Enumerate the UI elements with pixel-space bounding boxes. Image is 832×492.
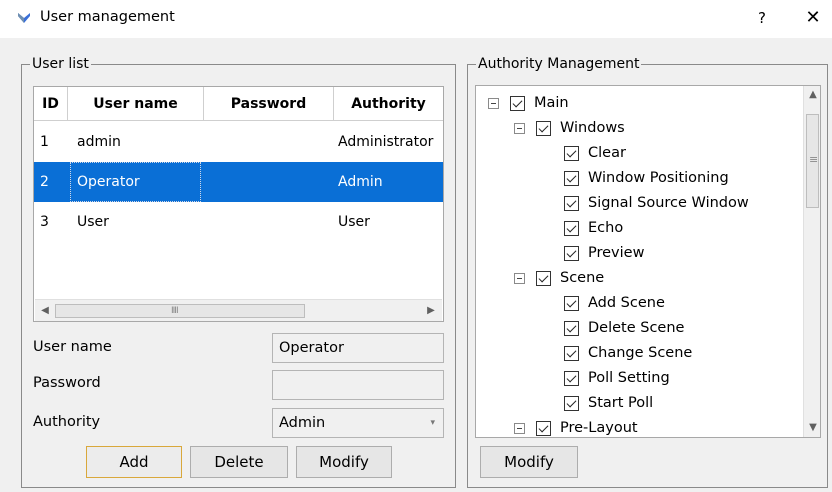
scroll-up-icon[interactable]: ▲ (804, 86, 820, 104)
checkbox-checked-icon[interactable] (564, 396, 579, 411)
tree-node-label: Pre-Layout (560, 420, 638, 436)
horizontal-scrollbar[interactable]: ◀ IIII ▶ (35, 299, 442, 321)
authority-dropdown-value: Admin (279, 415, 326, 431)
checkbox-checked-icon[interactable] (564, 371, 579, 386)
scroll-right-icon[interactable]: ▶ (423, 300, 439, 321)
chevron-down-icon: ▾ (430, 418, 435, 428)
authority-dropdown[interactable]: Admin ▾ (272, 408, 444, 438)
cell-authority: Administrator (338, 134, 434, 150)
tree-node-label: Windows (560, 120, 625, 136)
cell-user-name: admin (77, 134, 121, 150)
tree-node-label: Poll Setting (588, 370, 670, 386)
tree-node-label: Clear (588, 145, 626, 161)
tree-node-label: Echo (588, 220, 624, 236)
scroll-down-icon[interactable]: ▼ (804, 419, 820, 437)
table-row[interactable]: 3 User User (34, 202, 443, 242)
table-row-selected[interactable]: 2 Operator Admin (34, 162, 443, 202)
collapse-icon[interactable] (488, 98, 499, 109)
checkbox-checked-icon[interactable] (564, 146, 579, 161)
tree-node-label: Delete Scene (588, 320, 685, 336)
checkbox-checked-icon[interactable] (564, 221, 579, 236)
scroll-left-icon[interactable]: ◀ (37, 300, 53, 321)
collapse-icon[interactable] (514, 273, 525, 284)
tree-node-label: Add Scene (588, 295, 665, 311)
cell-id: 3 (40, 214, 49, 230)
checkbox-checked-icon[interactable] (536, 121, 551, 136)
user-table[interactable]: ID User name Password Authority 1 admin … (33, 86, 444, 322)
checkbox-checked-icon[interactable] (564, 171, 579, 186)
user-list-group-title: User list (30, 56, 91, 72)
app-icon (18, 13, 30, 23)
modify-authority-button[interactable]: Modify (480, 446, 578, 478)
scrollbar-grip: IIII (171, 306, 179, 316)
column-header-user-name[interactable]: User name (68, 87, 204, 121)
cell-id: 1 (40, 134, 49, 150)
table-row[interactable]: 1 admin Administrator (34, 122, 443, 162)
checkbox-checked-icon[interactable] (536, 421, 551, 436)
checkbox-checked-icon[interactable] (564, 346, 579, 361)
checkbox-checked-icon[interactable] (510, 96, 525, 111)
authority-tree[interactable]: Main Windows Clear Window Positioning Si… (475, 85, 821, 438)
cell-user-name: User (77, 214, 109, 230)
password-label: Password (33, 375, 101, 391)
cell-user-name: Operator (70, 162, 201, 202)
window-title: User management (40, 9, 175, 25)
vertical-scrollbar[interactable]: ▲ ≡ ▼ (803, 86, 820, 437)
help-icon[interactable]: ? (751, 7, 773, 29)
password-field[interactable] (272, 370, 444, 400)
cell-authority: User (338, 214, 370, 230)
cell-authority: Admin (338, 174, 383, 190)
table-header: ID User name Password Authority (34, 87, 443, 121)
tree-node-label: Start Poll (588, 395, 654, 411)
user-name-field[interactable]: Operator (272, 333, 444, 363)
cell-id: 2 (40, 174, 49, 190)
checkbox-checked-icon[interactable] (564, 296, 579, 311)
tree-node-label: Signal Source Window (588, 195, 749, 211)
delete-button[interactable]: Delete (190, 446, 288, 478)
scrollbar-thumb[interactable]: ≡ (806, 114, 819, 208)
checkbox-checked-icon[interactable] (564, 196, 579, 211)
tree-node-label: Scene (560, 270, 605, 286)
collapse-icon[interactable] (514, 423, 525, 434)
scrollbar-thumb[interactable]: IIII (55, 304, 305, 318)
checkbox-checked-icon[interactable] (564, 246, 579, 261)
authority-management-group-title: Authority Management (476, 56, 642, 72)
column-header-password[interactable]: Password (204, 87, 334, 121)
checkbox-checked-icon[interactable] (564, 321, 579, 336)
tree-node-label: Preview (588, 245, 645, 261)
checkbox-checked-icon[interactable] (536, 271, 551, 286)
modify-user-button[interactable]: Modify (296, 446, 392, 478)
authority-label: Authority (33, 414, 101, 430)
tree-node-label: Window Positioning (588, 170, 729, 186)
user-name-label: User name (33, 339, 112, 355)
collapse-icon[interactable] (514, 123, 525, 134)
tree-node-label: Main (534, 95, 569, 111)
close-icon[interactable]: ✕ (801, 6, 825, 30)
title-bar: User management ? ✕ (0, 0, 832, 38)
scrollbar-grip: ≡ (809, 153, 818, 166)
column-header-id[interactable]: ID (34, 87, 68, 121)
tree-node-label: Change Scene (588, 345, 693, 361)
add-button[interactable]: Add (86, 446, 182, 478)
column-header-authority[interactable]: Authority (334, 87, 443, 121)
